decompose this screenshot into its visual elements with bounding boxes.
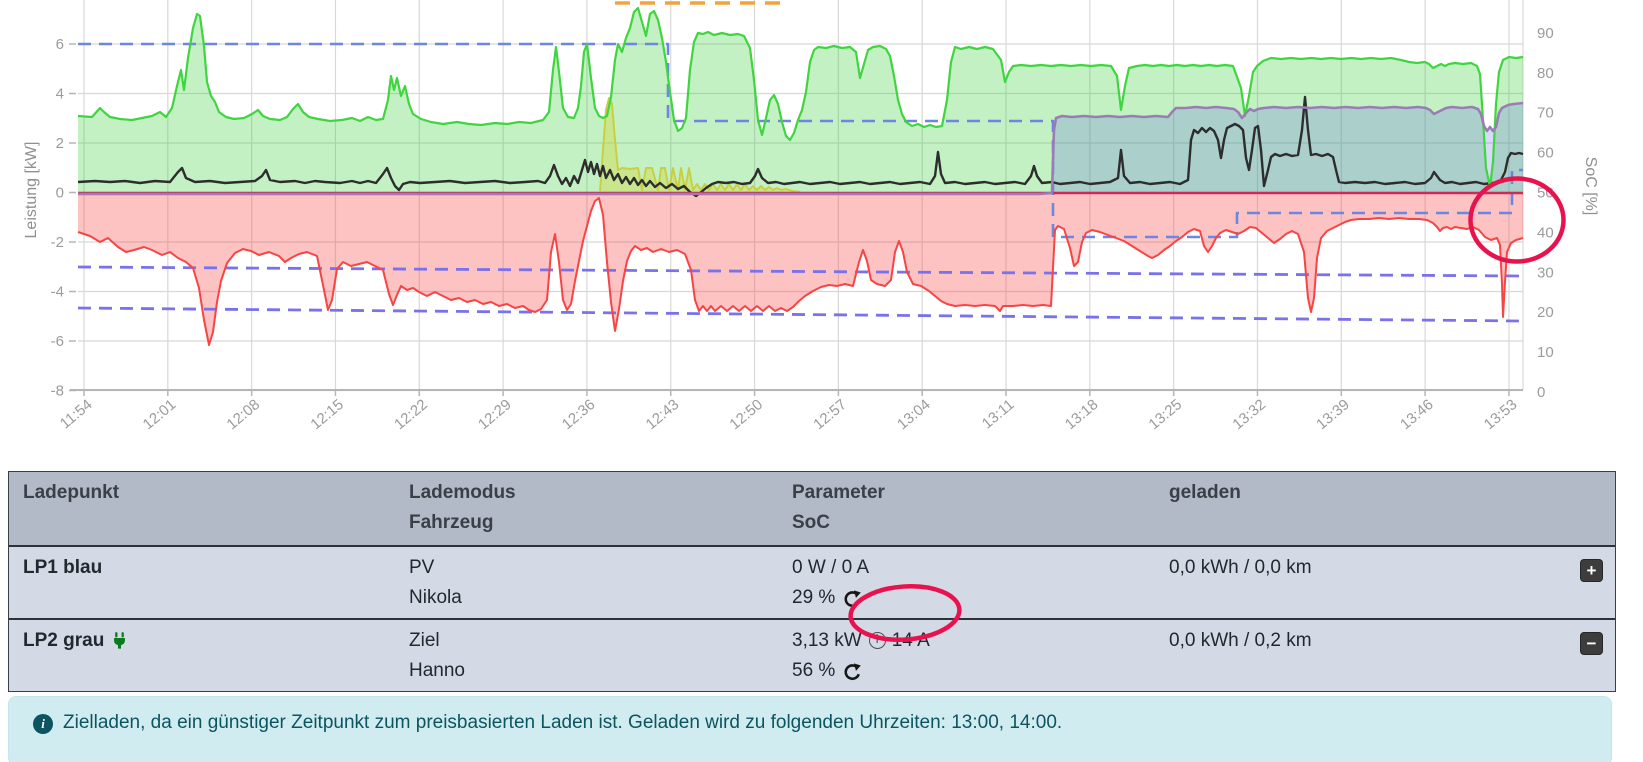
left-axis-title: Leistung [kW]: [23, 142, 40, 239]
plug-connected-icon: [112, 631, 127, 651]
header-lademodus: Lademodus: [409, 482, 516, 503]
y-left-tick-label: 8: [56, 0, 64, 4]
y-left-tick-label: -2: [51, 234, 64, 251]
power-value: 3,13 kW: [792, 630, 862, 651]
x-tick-label: 12:50: [726, 396, 766, 433]
x-tick-label: 12:01: [140, 396, 180, 433]
x-tick-label: 12:36: [559, 396, 599, 433]
x-tick-label: 13:32: [1229, 396, 1269, 433]
power-soc-chart: 11:54 12:01 12:08 12:15 12:22 12:29 12:36 12:43…: [23, 0, 1599, 433]
header-soc: SoC: [792, 512, 830, 533]
target-charging-alert: i Zielladen, da ein günstiger Zeitpunkt …: [8, 696, 1612, 762]
y-left-tick-label: 2: [56, 135, 64, 152]
y-left-tick-label: -4: [51, 284, 64, 301]
charged-value: 0,0 kWh / 0,0 km: [1169, 557, 1312, 578]
y-left-tick-label: -6: [51, 333, 64, 350]
header-geladen: geladen: [1169, 482, 1241, 503]
openwb-status-screen: 11:54 12:01 12:08 12:15 12:22 12:29 12:36 12:43…: [0, 0, 1643, 762]
table-row-lp1: LP1 blau PV Nikola 0 W / 0 A 29 % 0,0 kW…: [9, 545, 1615, 618]
y-left-tick-label: 6: [56, 36, 64, 53]
x-tick-label: 13:25: [1146, 396, 1186, 433]
x-tick-label: 13:18: [1062, 396, 1102, 433]
table-header-row: Ladepunkt Lademodus Fahrzeug Parameter S…: [9, 472, 1615, 545]
x-tick-label: 13:53: [1481, 396, 1521, 433]
soc-value: 29 %: [792, 587, 836, 608]
x-tick-label: 12:29: [475, 396, 515, 433]
x-tick-label: 13:04: [894, 396, 934, 433]
alert-text: Zielladen, da ein günstiger Zeitpunkt zu…: [63, 712, 1063, 733]
soc-refresh-icon[interactable]: [842, 589, 862, 609]
y-right-tick-label: 20: [1537, 304, 1554, 321]
x-tick-label: 12:43: [643, 396, 683, 433]
header-ladepunkt: Ladepunkt: [23, 482, 120, 503]
y-right-tick-label: 40: [1537, 224, 1554, 241]
current-limit-value: 14 A: [891, 630, 930, 651]
soc-refresh-icon[interactable]: [842, 662, 862, 682]
x-tick-label: 12:22: [391, 396, 431, 433]
y-right-tick-label: 80: [1537, 65, 1554, 82]
header-fahrzeug: Fahrzeug: [409, 512, 494, 533]
y-right-tick-label: 60: [1537, 145, 1554, 162]
x-tick-label: 13:11: [979, 396, 1018, 432]
header-parameter: Parameter: [792, 482, 885, 503]
y-right-tick-label: 70: [1537, 105, 1554, 122]
soc-value: 56 %: [792, 660, 836, 681]
expand-chargepoint-button[interactable]: +: [1580, 559, 1603, 582]
charge-mode: PV: [409, 557, 435, 578]
chargepoint-table: Ladepunkt Lademodus Fahrzeug Parameter S…: [8, 471, 1616, 692]
x-tick-label: 13:39: [1313, 396, 1353, 433]
collapse-chargepoint-button[interactable]: −: [1580, 632, 1603, 655]
y-right-tick-label: 90: [1537, 25, 1554, 42]
x-tick-label: 12:08: [224, 396, 264, 433]
x-tick-label: 12:57: [810, 396, 850, 433]
right-axis-title: SoC [%]: [1582, 157, 1599, 216]
series-limit-dashed-low: [77, 306, 1524, 323]
info-icon: i: [33, 714, 53, 734]
chargepoint-name: LP1 blau: [23, 557, 103, 578]
y-left-tick-label: -8: [51, 383, 64, 400]
y-left-tick-label: 0: [56, 185, 64, 202]
chargepoint-name: LP2 grau: [23, 630, 105, 651]
y-right-tick-label: 0: [1537, 384, 1545, 401]
x-tick-label: 13:46: [1397, 396, 1437, 433]
table-row-lp2: LP2 grau Ziel Hanno 3,13 kW i 14 A 56 % …: [9, 618, 1615, 691]
y-left-tick-label: 4: [56, 86, 64, 103]
y-right-tick-label: 50: [1537, 185, 1554, 202]
info-circle-icon: i: [868, 631, 886, 649]
charge-mode: Ziel: [409, 630, 440, 651]
y-right-tick-label: 30: [1537, 264, 1554, 281]
power-value: 0 W / 0 A: [792, 557, 870, 578]
y-right-tick-label: 10: [1537, 344, 1554, 361]
x-tick-label: 12:15: [307, 396, 347, 433]
vehicle-name: Hanno: [409, 660, 465, 681]
x-tick-label: 11:54: [57, 396, 96, 432]
charged-value: 0,0 kWh / 0,2 km: [1169, 630, 1312, 651]
vehicle-name: Nikola: [409, 587, 462, 608]
